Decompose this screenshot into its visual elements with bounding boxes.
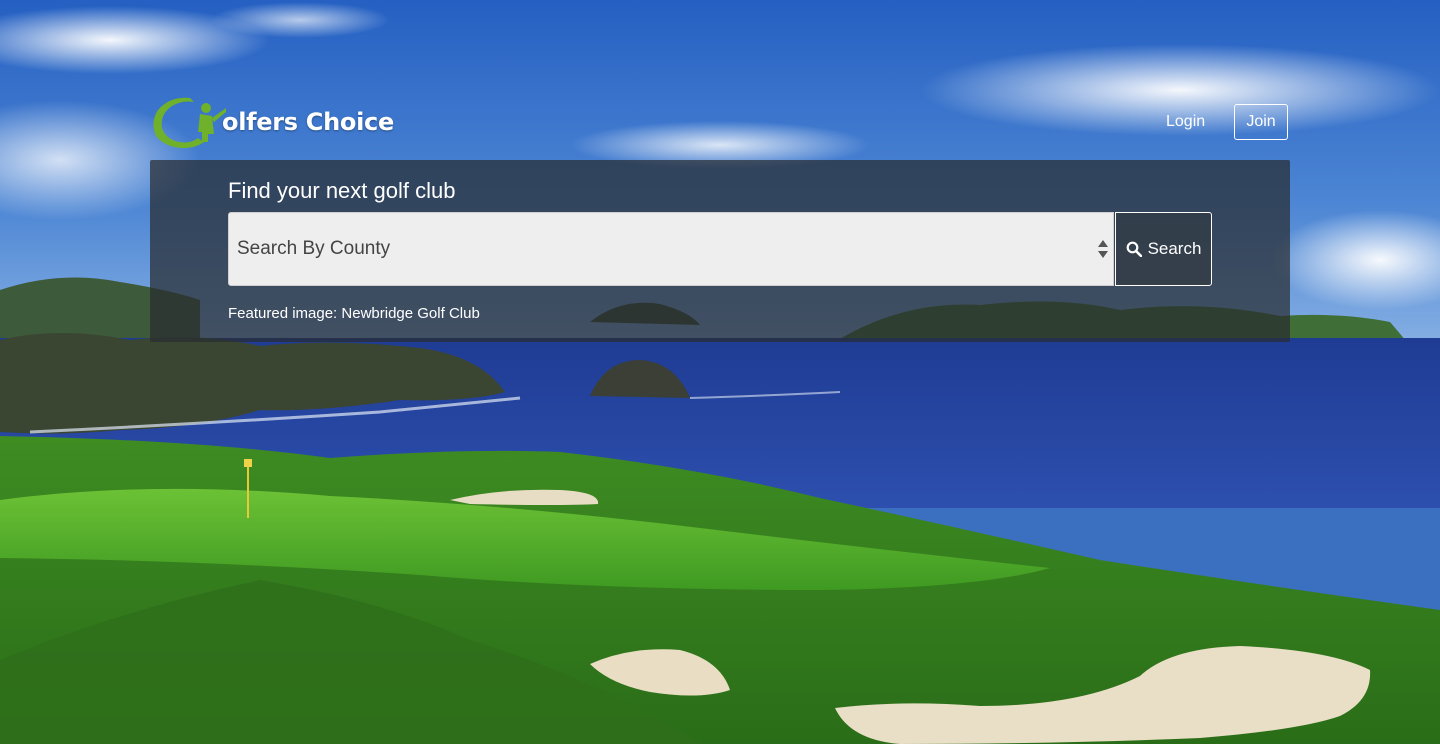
- county-select[interactable]: Search By County: [228, 212, 1114, 286]
- featured-image-caption: Featured image: Newbridge Golf Club: [228, 305, 480, 322]
- login-link[interactable]: Login: [1156, 104, 1215, 140]
- search-panel: Find your next golf club Search By Count…: [150, 160, 1290, 342]
- search-heading: Find your next golf club: [228, 178, 456, 203]
- search-button[interactable]: Search: [1115, 212, 1212, 286]
- search-button-label: Search: [1147, 239, 1202, 258]
- brand-logo[interactable]: olfers Choice: [150, 94, 394, 150]
- landing-page: olfers Choice Login Join Find your next …: [0, 0, 1440, 744]
- county-select-value: Search By County: [237, 238, 391, 259]
- search-icon: [1126, 241, 1142, 257]
- golfer-logo-icon: [153, 97, 226, 148]
- brand-name: olfers Choice: [222, 108, 394, 136]
- join-button[interactable]: Join: [1234, 104, 1288, 140]
- select-arrows-icon: [1098, 240, 1108, 258]
